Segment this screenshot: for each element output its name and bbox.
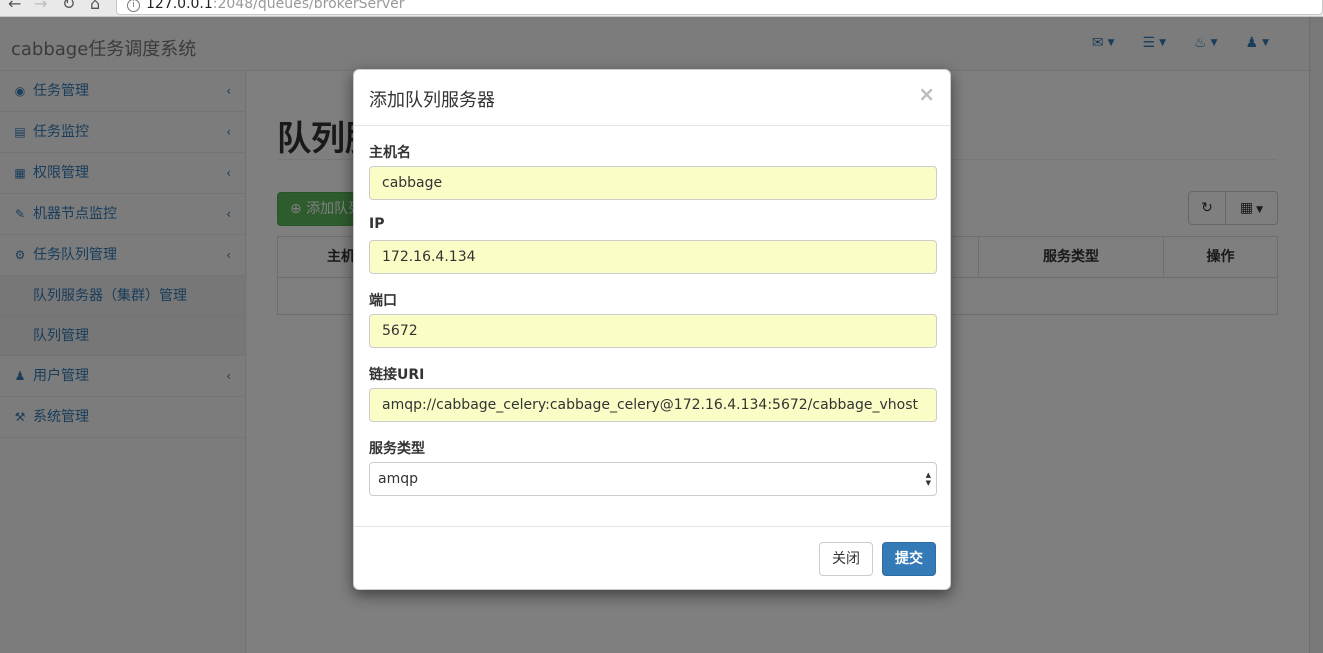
ip-input[interactable]: 172.16.4.134 bbox=[369, 240, 937, 274]
url-host: 127.0.0.1 bbox=[146, 0, 213, 12]
browser-toolbar: ← → ↻ ⌂ i 127.0.0.1:2048/queues/brokerSer… bbox=[0, 0, 1323, 17]
modal-header: 添加队列服务器 × bbox=[354, 70, 950, 126]
forward-icon[interactable]: → bbox=[34, 0, 47, 12]
add-broker-modal: 添加队列服务器 × 主机名 cabbage IP 172.16.4.134 端口… bbox=[353, 69, 951, 590]
uri-label: 链接URI bbox=[369, 367, 425, 383]
port-label: 端口 bbox=[369, 293, 397, 309]
reload-icon[interactable]: ↻ bbox=[62, 0, 75, 12]
back-icon[interactable]: ← bbox=[8, 0, 21, 12]
service-type-value: amqp bbox=[378, 471, 418, 487]
submit-button[interactable]: 提交 bbox=[882, 542, 936, 576]
service-type-label: 服务类型 bbox=[369, 441, 425, 457]
modal-backdrop[interactable]: 添加队列服务器 × 主机名 cabbage IP 172.16.4.134 端口… bbox=[0, 17, 1323, 653]
ip-label: IP bbox=[369, 216, 385, 232]
uri-input[interactable]: amqp://cabbage_celery:cabbage_celery@172… bbox=[369, 388, 937, 422]
hostname-input[interactable]: cabbage bbox=[369, 166, 937, 200]
modal-footer: 关闭 提交 bbox=[354, 526, 950, 589]
service-type-select[interactable]: amqp ▲ ▼ bbox=[369, 462, 937, 496]
address-bar[interactable]: i 127.0.0.1:2048/queues/brokerServer bbox=[116, 0, 1323, 15]
modal-title: 添加队列服务器 bbox=[369, 90, 495, 111]
url-path: :2048/queues/brokerServer bbox=[212, 0, 405, 12]
home-icon[interactable]: ⌂ bbox=[90, 0, 100, 12]
close-icon[interactable]: × bbox=[918, 84, 935, 104]
info-icon[interactable]: i bbox=[127, 0, 140, 12]
hostname-label: 主机名 bbox=[369, 145, 411, 161]
port-input[interactable]: 5672 bbox=[369, 314, 937, 348]
select-arrows-icon: ▲ ▼ bbox=[925, 471, 931, 487]
close-button[interactable]: 关闭 bbox=[819, 542, 873, 576]
